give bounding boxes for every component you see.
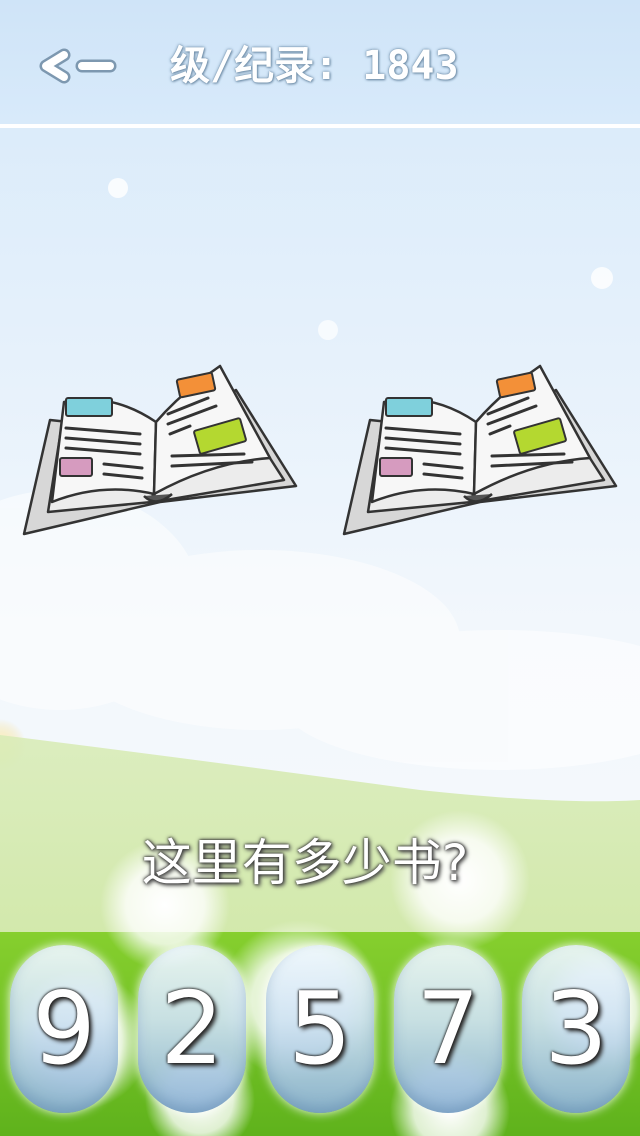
top-bar: 级/纪录: 1843 bbox=[0, 0, 640, 128]
back-arrow-icon bbox=[39, 48, 117, 84]
answer-options: 9 2 5 7 3 bbox=[0, 940, 640, 1120]
level-record-text: 级/纪录: 1843 bbox=[170, 43, 459, 89]
answer-label: 9 bbox=[32, 970, 96, 1087]
back-button[interactable] bbox=[34, 36, 124, 96]
open-book-icon bbox=[22, 364, 298, 536]
answer-button[interactable]: 5 bbox=[266, 945, 374, 1113]
question-text: 这里有多少书? bbox=[141, 834, 469, 892]
answer-button[interactable]: 2 bbox=[138, 945, 246, 1113]
answer-label: 5 bbox=[288, 970, 352, 1087]
answer-label: 3 bbox=[544, 970, 608, 1087]
answer-button[interactable]: 9 bbox=[10, 945, 118, 1113]
answer-label: 7 bbox=[416, 970, 480, 1087]
answer-label: 2 bbox=[160, 970, 224, 1087]
answer-button[interactable]: 7 bbox=[394, 945, 502, 1113]
open-book-icon bbox=[342, 364, 618, 536]
answer-button[interactable]: 3 bbox=[522, 945, 630, 1113]
